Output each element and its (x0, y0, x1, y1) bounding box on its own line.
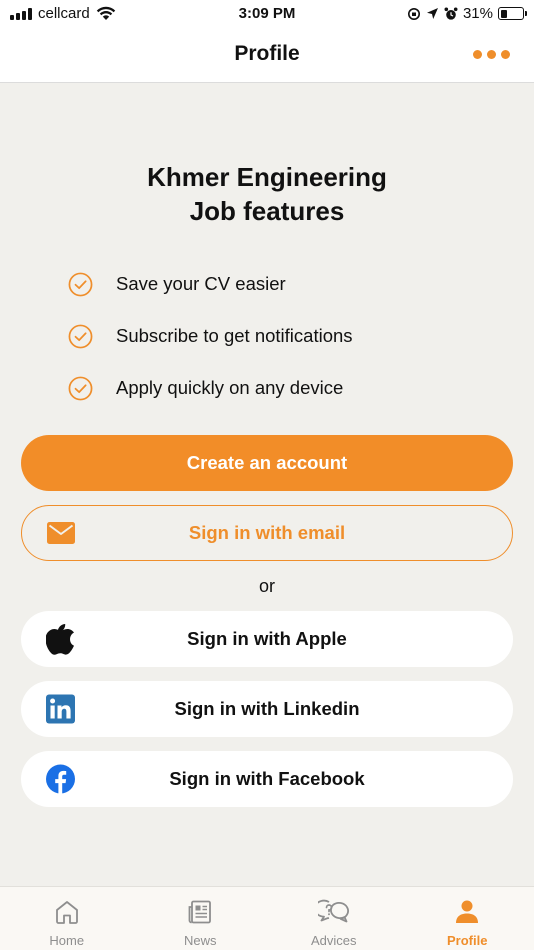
status-right: 31% (407, 5, 527, 22)
or-divider-text: or (258, 576, 275, 596)
home-icon (55, 901, 78, 924)
sign-in-apple-label: Sign in with Apple (187, 628, 347, 649)
battery-fill (500, 9, 507, 18)
create-account-label: Create an account (186, 452, 348, 473)
person-icon (456, 900, 479, 923)
tab-label: Profile (447, 933, 488, 948)
tab-bar: Home News Advices Profile (0, 886, 534, 950)
newspaper-icon (188, 900, 212, 924)
sign-in-email-label: Sign in with email (188, 522, 346, 543)
tab-profile[interactable]: Profile (401, 887, 534, 950)
more-options-button[interactable] (471, 48, 512, 61)
features-title-line1: Khmer Engineering (147, 162, 387, 192)
sign-in-apple-button[interactable]: Sign in with Apple (21, 611, 513, 667)
tab-label: News (183, 933, 217, 948)
battery-percent: 31% (462, 5, 493, 22)
feature-item: Subscribe to get notifications (68, 310, 353, 362)
battery-icon (498, 7, 527, 20)
orientation-lock-icon (407, 7, 420, 20)
features-title-line2: Job features (189, 196, 345, 226)
sign-in-facebook-button[interactable]: Sign in with Facebook (21, 751, 513, 807)
feature-text: Subscribe to get notifications (116, 325, 353, 346)
status-bar: cellcard 3:09 PM 31% (0, 0, 534, 28)
question-chat-icon (317, 899, 349, 923)
create-account-button[interactable]: Create an account (21, 435, 513, 491)
tab-label: Advices (310, 933, 357, 948)
location-icon (426, 8, 438, 19)
more-dot-icon (473, 50, 482, 59)
check-circle-icon (68, 376, 93, 400)
linkedin-icon (46, 694, 75, 724)
facebook-icon (46, 764, 75, 794)
apple-icon (46, 623, 74, 655)
more-dot-icon (487, 50, 496, 59)
tab-home[interactable]: Home (0, 887, 134, 950)
tab-advices[interactable]: Advices (267, 887, 401, 950)
feature-text: Apply quickly on any device (116, 377, 344, 398)
feature-item: Save your CV easier (68, 258, 353, 310)
tab-label: Home (49, 933, 85, 948)
more-dot-icon (501, 50, 510, 59)
page-title: Profile (234, 42, 300, 65)
sign-in-linkedin-label: Sign in with Linkedin (174, 698, 360, 719)
feature-list: Save your CV easier Subscribe to get not… (68, 258, 353, 414)
check-circle-icon (68, 272, 93, 296)
tab-news[interactable]: News (134, 887, 268, 950)
sign-in-email-button[interactable]: Sign in with email (21, 505, 513, 561)
sign-in-linkedin-button[interactable]: Sign in with Linkedin (21, 681, 513, 737)
check-circle-icon (68, 324, 93, 348)
features-title: Khmer Engineering Job features (0, 160, 534, 228)
alarm-icon (444, 7, 458, 20)
feature-item: Apply quickly on any device (68, 362, 353, 414)
feature-text: Save your CV easier (116, 273, 286, 294)
sign-in-facebook-label: Sign in with Facebook (169, 768, 365, 789)
email-icon (47, 522, 75, 544)
navigation-header: Profile (0, 28, 534, 83)
